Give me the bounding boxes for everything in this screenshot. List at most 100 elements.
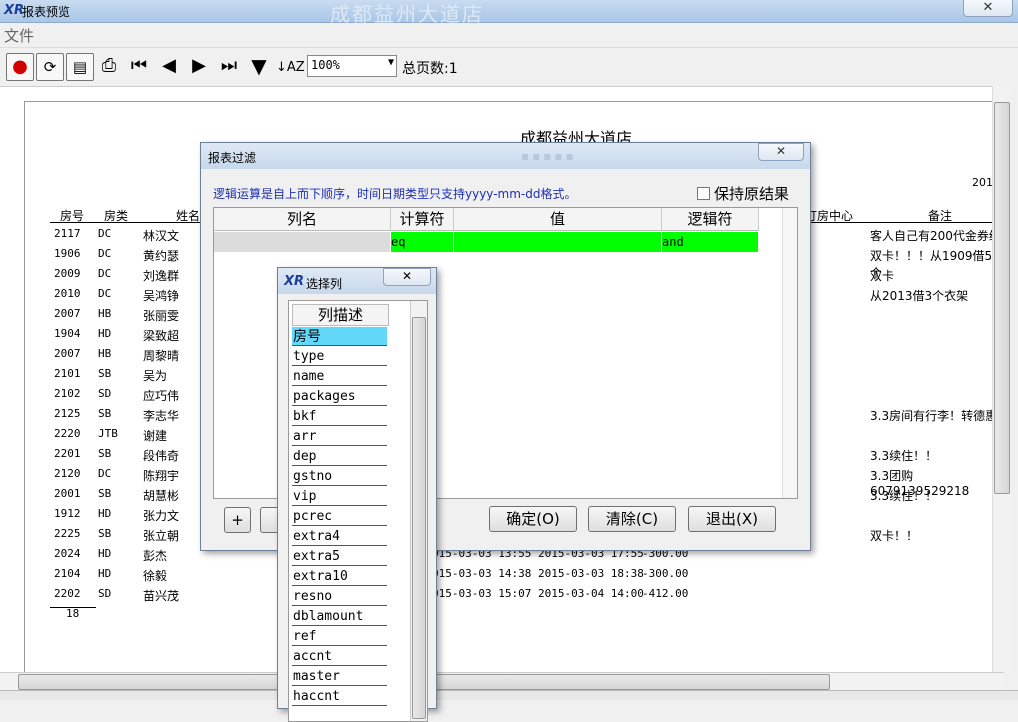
row-name: 刘逸群 bbox=[143, 269, 180, 283]
column-item[interactable]: vip bbox=[292, 487, 387, 506]
row-type: DC bbox=[98, 287, 112, 300]
row-room: 2007 bbox=[54, 347, 81, 360]
filter-cell-logic[interactable]: and bbox=[662, 232, 758, 252]
toolbar: ● ⟳ ▤ ⎙ ⏮ ◀ ▶ ⏭ ▼ ↓AZ 100% ▼ 总页数:1 bbox=[0, 47, 1018, 86]
column-item[interactable]: dep bbox=[292, 447, 387, 466]
keep-result-label: 保持原结果 bbox=[714, 185, 790, 203]
row-type: HD bbox=[98, 547, 112, 560]
close-window-button[interactable]: ✕ bbox=[963, 0, 1013, 17]
close-icon: ✕ bbox=[401, 269, 413, 283]
row-room: 2104 bbox=[54, 567, 81, 580]
column-item[interactable]: accnt bbox=[292, 647, 387, 666]
refresh-button[interactable]: ⟳ bbox=[36, 53, 64, 81]
row-remark: 双卡 bbox=[870, 269, 895, 283]
col-header-operator: 计算符 bbox=[391, 208, 454, 231]
row-name: 吴为 bbox=[143, 369, 168, 383]
row-type: DC bbox=[98, 247, 112, 260]
export-icon: ▤ bbox=[72, 58, 88, 76]
print-button[interactable]: ⎙ bbox=[96, 53, 122, 79]
row-room: 2007 bbox=[54, 307, 81, 320]
column-item[interactable]: arr bbox=[292, 427, 387, 446]
column-item[interactable]: name bbox=[292, 367, 387, 386]
filter-hint: 逻辑运算是自上而下顺序，时间日期类型只支持yyyy-mm-dd格式。 bbox=[213, 187, 577, 201]
filter-dialog-titlebar: 报表过滤 ▪▪▪▪▪ ✕ bbox=[201, 143, 810, 169]
row-type: SB bbox=[98, 407, 112, 420]
column-item[interactable]: master bbox=[292, 667, 387, 686]
stop-button[interactable]: ● bbox=[6, 53, 34, 81]
first-page-icon: ⏮ bbox=[130, 55, 148, 76]
filter-close-button[interactable]: ✕ bbox=[758, 143, 804, 161]
col-header-logic: 逻辑符 bbox=[662, 208, 759, 231]
filter-dialog-watermark: ▪▪▪▪▪ bbox=[521, 149, 577, 163]
column-item[interactable]: extra4 bbox=[292, 527, 387, 546]
first-page-button[interactable]: ⏮ bbox=[126, 53, 152, 79]
row-type: HB bbox=[98, 307, 112, 320]
row-type: SD bbox=[98, 387, 112, 400]
report-horizontal-scrollbar[interactable] bbox=[0, 672, 1004, 691]
scroll-thumb[interactable] bbox=[994, 102, 1010, 494]
printer-icon: ⎙ bbox=[101, 55, 117, 76]
app-logo-icon: XR bbox=[284, 274, 305, 289]
row-room: 2202 bbox=[54, 587, 81, 600]
row-remark: 客人自己有200代金券给 bbox=[870, 229, 1001, 243]
funnel-icon: ▼ bbox=[251, 54, 267, 78]
row-type: SB bbox=[98, 487, 112, 500]
filter-grid-scrollbar[interactable] bbox=[782, 208, 797, 498]
column-item[interactable]: haccnt bbox=[292, 687, 387, 706]
exit-button[interactable]: 退出(X) bbox=[688, 506, 776, 532]
column-item[interactable]: resno bbox=[292, 587, 387, 606]
row-type: DC bbox=[98, 227, 112, 240]
prev-page-button[interactable]: ◀ bbox=[156, 53, 182, 79]
filter-cell-operator[interactable]: eq bbox=[391, 232, 453, 252]
picker-titlebar: XR 选择列 ✕ bbox=[278, 268, 436, 294]
report-vertical-scrollbar[interactable] bbox=[992, 86, 1011, 672]
menu-file[interactable]: 文件 bbox=[4, 25, 34, 46]
row-name: 黄约瑟 bbox=[143, 249, 180, 263]
column-item[interactable]: ref bbox=[292, 627, 387, 646]
row-type: SB bbox=[98, 447, 112, 460]
row-room: 2225 bbox=[54, 527, 81, 540]
zoom-select[interactable]: 100% ▼ bbox=[307, 55, 397, 77]
row-name: 应巧伟 bbox=[143, 389, 180, 403]
column-item[interactable]: type bbox=[292, 347, 387, 366]
row-name: 李志华 bbox=[143, 409, 180, 423]
row-name: 张丽雯 bbox=[143, 309, 180, 323]
last-page-button[interactable]: ⏭ bbox=[216, 53, 242, 79]
column-item[interactable]: bkf bbox=[292, 407, 387, 426]
filter-button[interactable]: ▼ bbox=[246, 53, 272, 79]
keep-result-checkbox[interactable]: 保持原结果 bbox=[697, 183, 789, 204]
column-list: 列描述 房号 type name packages bkf arr dep gstno vip p… bbox=[288, 300, 428, 722]
column-item[interactable]: packages bbox=[292, 387, 387, 406]
column-item[interactable]: dblamount bbox=[292, 607, 387, 626]
menu-bar: 文件 bbox=[0, 23, 1018, 45]
export-button[interactable]: ▤ bbox=[66, 53, 94, 81]
column-item[interactable]: extra5 bbox=[292, 547, 387, 566]
column-item[interactable]: gstno bbox=[292, 467, 387, 486]
prev-page-icon: ◀ bbox=[162, 55, 176, 76]
sort-button[interactable]: ↓AZ bbox=[276, 53, 305, 79]
column-item[interactable]: extra10 bbox=[292, 567, 387, 586]
column-item[interactable]: pcrec bbox=[292, 507, 387, 526]
filter-cell-value[interactable] bbox=[454, 232, 661, 252]
row-type: HD bbox=[98, 507, 112, 520]
column-item[interactable]: 房号 bbox=[292, 327, 387, 346]
row-name: 吴鸿铮 bbox=[143, 289, 180, 303]
add-row-button[interactable]: + bbox=[224, 507, 251, 533]
window-title: 报表预览 bbox=[22, 5, 71, 19]
row-name: 徐毅 bbox=[143, 569, 168, 583]
refresh-icon: ⟳ bbox=[43, 58, 57, 76]
clear-button[interactable]: 清除(C) bbox=[588, 506, 676, 532]
row-name: 段伟奇 bbox=[143, 449, 180, 463]
scroll-thumb[interactable] bbox=[412, 317, 426, 719]
row-name: 彭杰 bbox=[143, 549, 168, 563]
row-name: 张立朝 bbox=[143, 529, 180, 543]
col-header-name: 列名 bbox=[214, 208, 391, 231]
row-room: 2117 bbox=[54, 227, 81, 240]
row-name: 周黎晴 bbox=[143, 349, 180, 363]
ok-button[interactable]: 确定(O) bbox=[489, 506, 577, 532]
next-page-button[interactable]: ▶ bbox=[186, 53, 212, 79]
picker-close-button[interactable]: ✕ bbox=[383, 268, 431, 286]
checkbox-box[interactable] bbox=[697, 187, 710, 200]
filter-cell-column[interactable] bbox=[214, 232, 390, 252]
column-list-scrollbar[interactable] bbox=[410, 301, 427, 721]
